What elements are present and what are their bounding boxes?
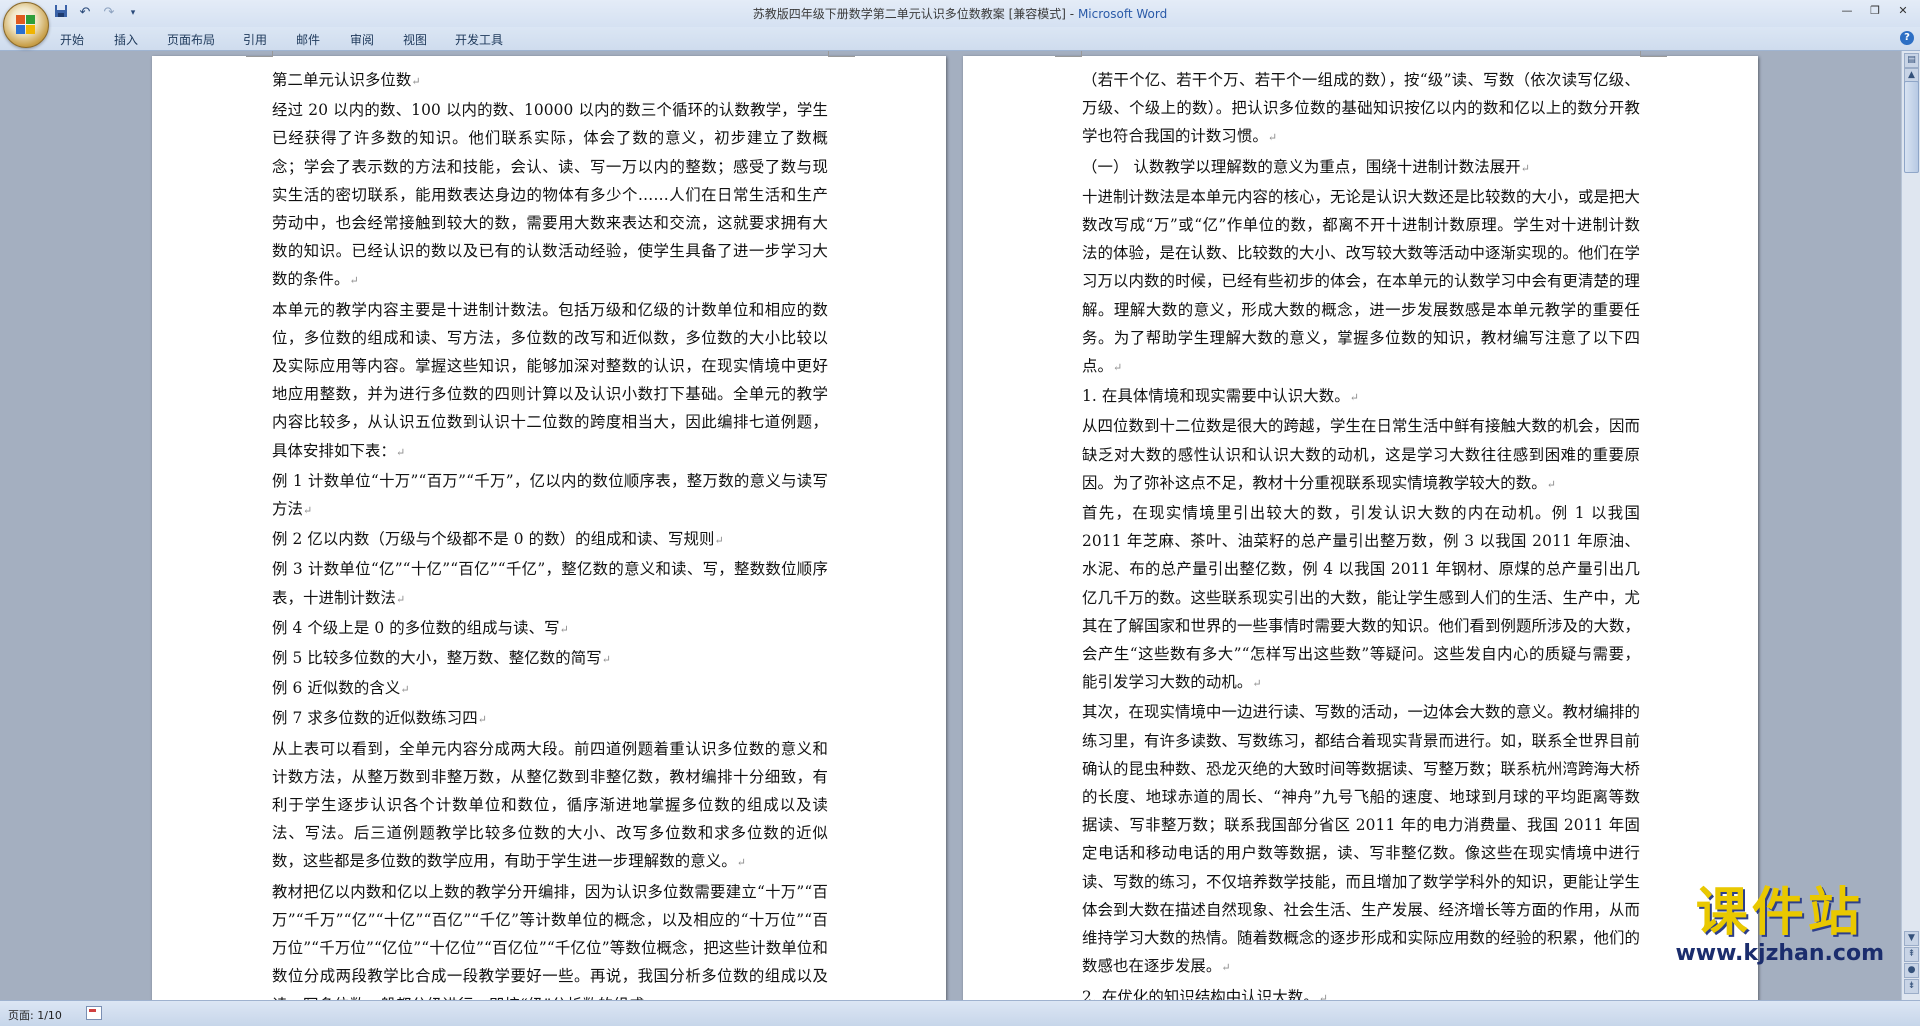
document-page-1: 第二单元认识多位数↵ 经过 20 以内的数、100 以内的数、10000 以内的… <box>152 51 946 1000</box>
office-logo-icon <box>16 15 36 35</box>
window-title: 苏教版四年级下册数学第二单元认识多位数教案 [兼容模式] - Microsoft… <box>0 5 1920 22</box>
scroll-down-icon[interactable]: ▼ <box>1904 931 1919 946</box>
numbered-heading[interactable]: 2. 在优化的知识结构中认识大数。↵ <box>1082 983 1640 1001</box>
section-heading[interactable]: （一） 认数教学以理解数的意义为重点，围绕十进制计数法展开↵ <box>1082 153 1640 183</box>
paragraph[interactable]: 其次，在现实情境中一边进行读、写数的活动，一边体会大数的意义。教材编排的练习里，… <box>1082 698 1640 982</box>
help-icon[interactable]: ? <box>1900 31 1914 45</box>
tab-developer[interactable]: 开发工具 <box>455 31 503 48</box>
ruler-toggle-icon[interactable]: ▤ <box>1904 53 1919 68</box>
watermark-url: www.kjzhan.com <box>1675 941 1884 966</box>
status-bar: 页面: 1/10 <box>0 1000 1920 1026</box>
tab-view[interactable]: 视图 <box>403 31 427 48</box>
tab-review[interactable]: 审阅 <box>350 31 374 48</box>
title-bar: ↶ ↷ ▾ 苏教版四年级下册数学第二单元认识多位数教案 [兼容模式] - Mic… <box>0 0 1920 48</box>
close-icon[interactable]: ✕ <box>1890 2 1916 20</box>
page-2-text[interactable]: （若干个亿、若干个万、若干个一组成的数），按“级”读、写数（依次读写亿级、万级、… <box>1082 66 1640 1000</box>
example-item[interactable]: 例 3 计数单位“亿”“十亿”“百亿”“千亿”，整亿数的意义和读、写，整数数位顺… <box>272 555 828 613</box>
tab-page-layout[interactable]: 页面布局 <box>167 31 215 48</box>
paragraph[interactable]: 教材把亿以内数和亿以上数的教学分开编排，因为认识多位数需要建立“十万”“百万”“… <box>272 878 828 1000</box>
tab-references[interactable]: 引用 <box>243 31 267 48</box>
watermark-logo: 课件站 www.kjzhan.com <box>1675 884 1884 966</box>
tab-insert[interactable]: 插入 <box>114 31 138 48</box>
crop-mark <box>1055 51 1082 57</box>
app-name: Microsoft Word <box>1077 7 1168 21</box>
example-item[interactable]: 例 6 近似数的含义↵ <box>272 674 828 704</box>
paragraph[interactable]: 从上表可以看到，全单元内容分成两大段。前四道例题着重认识多位数的意义和计数方法，… <box>272 735 828 878</box>
example-item[interactable]: 例 2 亿以内数（万级与个级都不是 0 的数）的组成和读、写规则↵ <box>272 525 828 555</box>
paragraph[interactable]: （若干个亿、若干个万、若干个一组成的数），按“级”读、写数（依次读写亿级、万级、… <box>1082 66 1640 153</box>
tab-mailings[interactable]: 邮件 <box>296 31 320 48</box>
document-page-2: （若干个亿、若干个万、若干个一组成的数），按“级”读、写数（依次读写亿级、万级、… <box>963 51 1758 1000</box>
tab-home[interactable]: 开始 <box>60 31 84 48</box>
page-number-indicator[interactable]: 页面: 1/10 <box>8 1007 62 1023</box>
crop-mark <box>246 51 273 57</box>
numbered-heading[interactable]: 1. 在具体情境和现实需要中认识大数。↵ <box>1082 382 1640 412</box>
maximize-icon[interactable]: ❐ <box>1862 2 1888 20</box>
proofing-icon[interactable] <box>86 1006 102 1020</box>
heading-unit-title[interactable]: 第二单元认识多位数↵ <box>272 66 828 96</box>
page-1-text[interactable]: 第二单元认识多位数↵ 经过 20 以内的数、100 以内的数、10000 以内的… <box>272 66 828 1000</box>
crop-mark <box>1640 51 1667 57</box>
vertical-scrollbar[interactable]: ▤ ▲ ▼ ⇞ ● ⇟ <box>1901 51 1920 1000</box>
paragraph[interactable]: 首先，在现实情境里引出较大的数，引发认识大数的内在动机。例 1 以我国 2011… <box>1082 499 1640 698</box>
example-item[interactable]: 例 4 个级上是 0 的多位数的组成与读、写↵ <box>272 614 828 644</box>
previous-page-icon[interactable]: ⇞ <box>1904 947 1919 962</box>
office-button[interactable] <box>3 2 49 48</box>
ribbon-tabs: 开始 插入 页面布局 引用 邮件 审阅 视图 开发工具 ? <box>0 27 1920 51</box>
title-separator: - <box>1065 7 1078 21</box>
scrollbar-thumb[interactable] <box>1904 81 1919 173</box>
document-area: 第二单元认识多位数↵ 经过 20 以内的数、100 以内的数、10000 以内的… <box>0 51 1902 1000</box>
next-page-icon[interactable]: ⇟ <box>1904 979 1919 994</box>
paragraph[interactable]: 十进制计数法是本单元内容的核心，无论是认识大数还是比较数的大小，或是把大数改写成… <box>1082 183 1640 382</box>
paragraph[interactable]: 本单元的教学内容主要是十进制计数法。包括万级和亿级的计数单位和相应的数位，多位数… <box>272 296 828 467</box>
crop-mark <box>828 51 855 57</box>
minimize-icon[interactable]: — <box>1834 2 1860 20</box>
example-item[interactable]: 例 5 比较多位数的大小，整万数、整亿数的简写↵ <box>272 644 828 674</box>
example-item[interactable]: 例 7 求多位数的近似数练习四↵ <box>272 704 828 734</box>
paragraph[interactable]: 从四位数到十二位数是很大的跨越，学生在日常生活中鲜有接触大数的机会，因而缺乏对大… <box>1082 412 1640 499</box>
watermark-title: 课件站 <box>1695 883 1864 943</box>
select-browse-object-icon[interactable]: ● <box>1904 963 1919 978</box>
example-item[interactable]: 例 1 计数单位“十万”“百万”“千万”，亿以内的数位顺序表，整万数的意义与读写… <box>272 467 828 525</box>
window-controls: — ❐ ✕ <box>1834 2 1916 20</box>
paragraph[interactable]: 经过 20 以内的数、100 以内的数、10000 以内的数三个循环的认数教学，… <box>272 96 828 295</box>
document-title: 苏教版四年级下册数学第二单元认识多位数教案 [兼容模式] <box>752 7 1066 21</box>
